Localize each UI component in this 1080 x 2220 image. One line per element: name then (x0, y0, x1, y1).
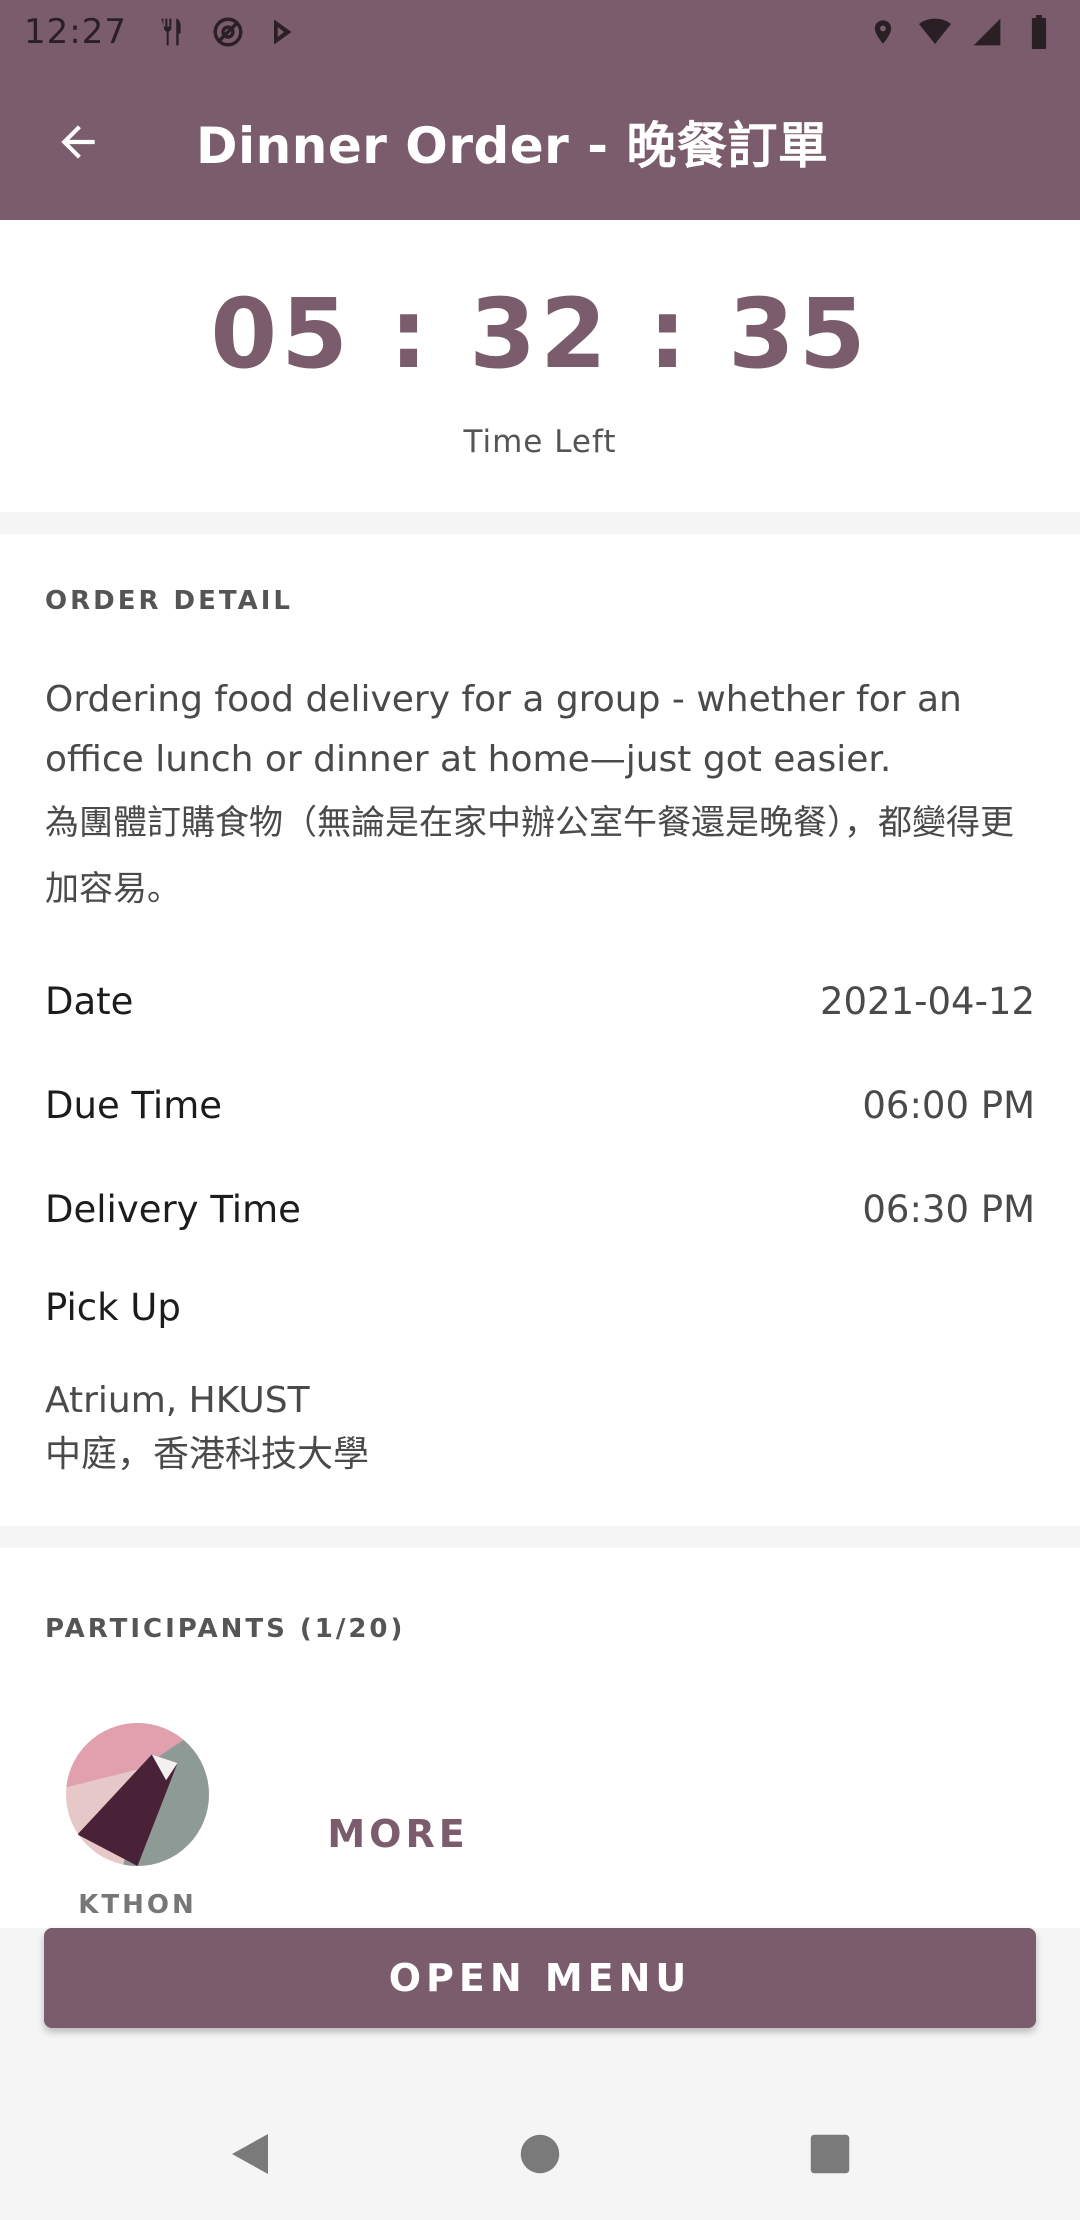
restaurant-icon (155, 15, 189, 49)
nav-back-button[interactable] (220, 2124, 280, 2184)
date-row: Date 2021-04-12 (45, 971, 1035, 1031)
due-time-label: Due Time (45, 1083, 223, 1127)
square-recents-icon (810, 2134, 850, 2174)
battery-icon (1022, 15, 1056, 49)
pickup-location: Atrium, HKUST 中庭，香港科技大學 (45, 1374, 369, 1482)
pickup-label: Pick Up (45, 1286, 181, 1329)
timer-card: 05 : 32 : 35 Time Left (0, 220, 1080, 512)
open-menu-button[interactable]: OPEN MENU (44, 1928, 1036, 2028)
status-icons-right (866, 15, 1056, 49)
wifi-icon (918, 15, 952, 49)
delivery-time-row: Delivery Time 06:30 PM (45, 1179, 1035, 1239)
circle-home-icon (520, 2134, 560, 2174)
play-store-icon (267, 15, 301, 49)
signal-icon (970, 15, 1004, 49)
description-zh: 為團體訂購食物（無論是在家中辦公室午餐還是晚餐），都變得更加容易。 (45, 803, 1014, 909)
nav-home-button[interactable] (510, 2124, 570, 2184)
delivery-time-label: Delivery Time (45, 1187, 301, 1231)
app-bar: Dinner Order - 晚餐訂單 (0, 64, 1080, 220)
page-title: Dinner Order - 晚餐訂單 (196, 117, 829, 175)
participant-name: KTHON (78, 1890, 197, 1920)
more-button[interactable]: MORE (318, 1798, 478, 1870)
triangle-back-icon (232, 2134, 268, 2174)
status-icons-left (155, 15, 301, 49)
description-en: Ordering food delivery for a group - whe… (45, 679, 962, 780)
date-value: 2021-04-12 (819, 979, 1035, 1023)
order-description: Ordering food delivery for a group - whe… (45, 670, 1035, 922)
countdown-timer: 05 : 32 : 35 (210, 278, 870, 390)
order-detail-heading: ORDER DETAIL (45, 586, 293, 616)
at-sign-icon (211, 15, 245, 49)
back-button[interactable] (22, 86, 134, 198)
due-time-value: 06:00 PM (862, 1083, 1035, 1127)
pickup-location-zh: 中庭，香港科技大學 (45, 1434, 370, 1475)
order-detail-card: ORDER DETAIL Ordering food delivery for … (0, 534, 1080, 1526)
status-time: 12:27 (24, 12, 127, 52)
nav-recents-button[interactable] (800, 2124, 860, 2184)
date-label: Date (45, 979, 134, 1023)
location-icon (866, 15, 900, 49)
arrow-left-icon (61, 125, 95, 159)
status-bar: 12:27 (0, 0, 1080, 64)
participants-card: PARTICIPANTS (1/20) KTHON MORE (0, 1548, 1080, 1928)
due-time-row: Due Time 06:00 PM (45, 1075, 1035, 1135)
delivery-time-value: 06:30 PM (862, 1187, 1035, 1231)
pickup-location-en: Atrium, HKUST (45, 1380, 310, 1421)
timer-label: Time Left (463, 424, 617, 460)
participants-heading: PARTICIPANTS (1/20) (45, 1614, 406, 1644)
system-nav-bar (0, 2088, 1080, 2220)
avatar[interactable] (66, 1723, 209, 1866)
